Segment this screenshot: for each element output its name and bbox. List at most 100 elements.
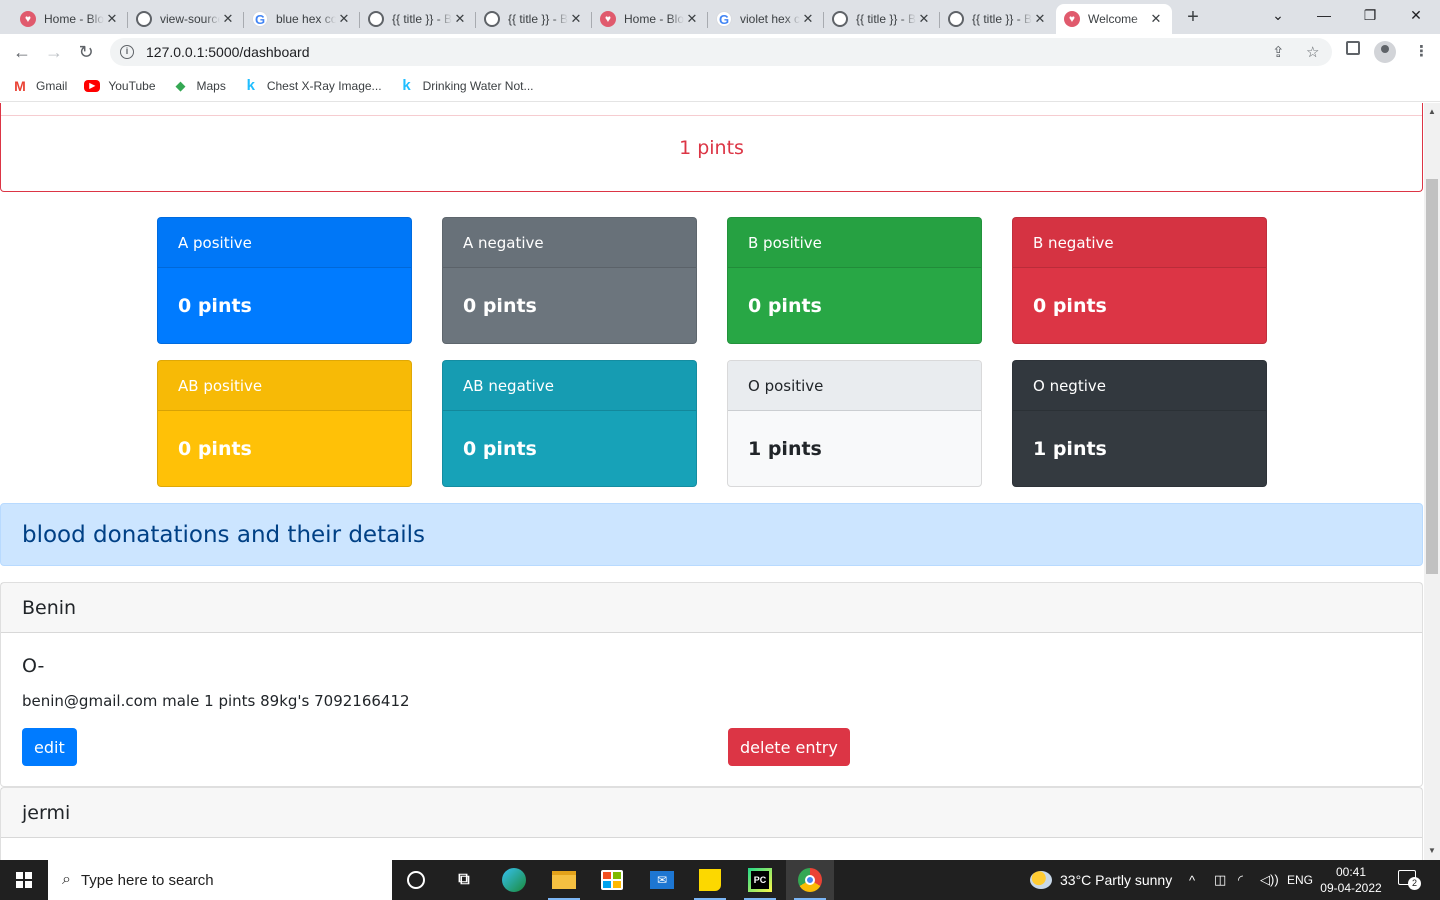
meet-now-icon[interactable]: ◫ bbox=[1214, 860, 1226, 900]
cortana-icon bbox=[407, 871, 425, 889]
pycharm-app[interactable]: PC bbox=[736, 860, 784, 900]
globe-icon bbox=[948, 11, 964, 27]
blood-group-card-a-positive: A positive 0 pints bbox=[157, 217, 412, 344]
close-window-button[interactable]: ✕ bbox=[1402, 4, 1430, 26]
browser-tab[interactable]: ♥ Home - Blood Bank ✕ bbox=[592, 4, 708, 34]
youtube-icon: ▶ bbox=[84, 79, 101, 92]
blood-group-card-a-negative: A negative 0 pints bbox=[442, 217, 697, 344]
total-blood-card: 1 pints bbox=[0, 103, 1423, 192]
scrollbar-thumb[interactable] bbox=[1426, 179, 1438, 574]
close-tab-icon[interactable]: ✕ bbox=[568, 11, 584, 27]
search-placeholder: Type here to search bbox=[80, 871, 214, 889]
browser-tab[interactable]: {{ title }} - Blood ✕ bbox=[940, 4, 1056, 34]
bookmark-youtube[interactable]: ▶ YouTube bbox=[84, 78, 156, 93]
cortana-button[interactable] bbox=[392, 860, 440, 900]
donor-details: benin@gmail.com male 1 pints 89kg's 7092… bbox=[22, 692, 410, 710]
forward-button[interactable]: → bbox=[40, 38, 68, 66]
delete-entry-button[interactable]: delete entry bbox=[728, 728, 850, 766]
back-button[interactable]: ← bbox=[8, 38, 36, 66]
bookmark-star-icon[interactable]: ☆ bbox=[1306, 43, 1319, 61]
donor-card: Benin O- benin@gmail.com male 1 pints 89… bbox=[0, 582, 1423, 787]
blood-group-pints: 0 pints bbox=[178, 295, 252, 317]
edit-button[interactable]: edit bbox=[22, 728, 77, 766]
share-icon[interactable]: ⇪ bbox=[1272, 43, 1285, 61]
tab-search-dropdown-icon[interactable]: ⌄ bbox=[1264, 4, 1292, 26]
file-explorer-app[interactable] bbox=[540, 860, 588, 900]
tab-title: {{ title }} - Blood bbox=[392, 12, 452, 26]
clock[interactable]: 00:41 09-04-2022 bbox=[1318, 864, 1384, 896]
gmail-icon: M bbox=[14, 77, 26, 94]
page-scrollbar[interactable]: ▲ ▼ bbox=[1424, 103, 1440, 860]
bookmark-gmail[interactable]: M Gmail bbox=[12, 78, 67, 94]
tab-title: violet hex color bbox=[740, 12, 800, 26]
task-view-button[interactable]: ⧉ bbox=[440, 860, 488, 900]
sticky-notes-app[interactable] bbox=[686, 860, 734, 900]
language-indicator[interactable]: ENG bbox=[1287, 860, 1313, 900]
browser-tab[interactable]: {{ title }} - Blood ✕ bbox=[824, 4, 940, 34]
bookmark-maps[interactable]: ◆ Maps bbox=[173, 78, 226, 94]
close-tab-icon[interactable]: ✕ bbox=[452, 11, 468, 27]
url-text[interactable]: 127.0.0.1:5000/dashboard bbox=[146, 44, 309, 60]
store-app[interactable] bbox=[588, 860, 636, 900]
globe-icon bbox=[136, 11, 152, 27]
browser-tab-strip: ♥ Home - Blood Bank ✕ view-source ✕ G bl… bbox=[0, 0, 1440, 34]
browser-tab[interactable]: {{ title }} - Blood ✕ bbox=[360, 4, 476, 34]
scroll-down-arrow-icon[interactable]: ▼ bbox=[1424, 844, 1440, 858]
edge-icon bbox=[502, 868, 526, 892]
windows-logo-icon bbox=[16, 872, 32, 888]
site-info-icon[interactable]: i bbox=[120, 45, 134, 59]
mail-app[interactable]: ✉ bbox=[638, 860, 686, 900]
total-pints-value: 1 pints bbox=[679, 137, 744, 159]
donor-name: jermi bbox=[1, 788, 1422, 838]
clock-date: 09-04-2022 bbox=[1320, 881, 1382, 895]
bookmark-label: YouTube bbox=[108, 78, 156, 93]
bookmark-chest-xray[interactable]: k Chest X-Ray Image... bbox=[243, 77, 382, 94]
menu-kebab-icon[interactable]: ⋮ bbox=[1414, 42, 1429, 60]
blood-group-name: O positive bbox=[728, 361, 981, 411]
chrome-app[interactable] bbox=[786, 860, 834, 900]
card-divider bbox=[1, 115, 1422, 116]
tab-title: Home - Blood Bank bbox=[624, 12, 684, 26]
sticky-notes-icon bbox=[699, 869, 721, 891]
bookmark-drinking-water[interactable]: k Drinking Water Not... bbox=[399, 77, 533, 94]
reload-button[interactable]: ↻ bbox=[72, 38, 100, 66]
profile-avatar-icon[interactable] bbox=[1374, 41, 1396, 63]
chevron-up-icon: ^ bbox=[1189, 872, 1196, 888]
volume-icon[interactable]: ◁)) bbox=[1260, 860, 1279, 900]
start-button[interactable] bbox=[0, 860, 48, 900]
close-tab-icon[interactable]: ✕ bbox=[336, 11, 352, 27]
close-tab-icon[interactable]: ✕ bbox=[916, 11, 932, 27]
show-hidden-icons-button[interactable]: ^ bbox=[1189, 860, 1195, 900]
new-tab-button[interactable]: + bbox=[1180, 6, 1206, 28]
folder-icon bbox=[552, 871, 576, 889]
notifications-button[interactable]: 2 bbox=[1398, 870, 1421, 890]
close-tab-icon[interactable]: ✕ bbox=[220, 11, 236, 27]
donor-card: jermi bbox=[0, 787, 1423, 860]
partly-sunny-icon bbox=[1030, 871, 1052, 889]
address-bar[interactable]: i 127.0.0.1:5000/dashboard ⇪ ☆ bbox=[110, 38, 1332, 66]
google-icon: G bbox=[252, 11, 268, 27]
browser-tab[interactable]: ♥ Home - Blood Bank ✕ bbox=[12, 4, 128, 34]
minimize-button[interactable]: — bbox=[1310, 4, 1338, 26]
edge-app[interactable] bbox=[490, 860, 538, 900]
maximize-button[interactable]: ❐ bbox=[1356, 4, 1384, 26]
close-tab-icon[interactable]: ✕ bbox=[800, 11, 816, 27]
weather-widget[interactable]: 33°C Partly sunny bbox=[1030, 860, 1172, 900]
side-panel-icon[interactable] bbox=[1346, 41, 1360, 55]
taskbar-search[interactable]: ⌕ Type here to search bbox=[48, 860, 392, 900]
wifi-icon[interactable]: ◜ bbox=[1238, 860, 1243, 900]
bookmark-label: Maps bbox=[196, 78, 226, 93]
close-tab-icon[interactable]: ✕ bbox=[684, 11, 700, 27]
blood-group-card-o-positive: O positive 1 pints bbox=[727, 360, 982, 487]
close-tab-icon[interactable]: ✕ bbox=[1148, 11, 1164, 27]
close-tab-icon[interactable]: ✕ bbox=[1032, 11, 1048, 27]
globe-icon bbox=[832, 11, 848, 27]
browser-tab[interactable]: view-source ✕ bbox=[128, 4, 244, 34]
browser-tab[interactable]: G blue hex color ✕ bbox=[244, 4, 360, 34]
scroll-up-arrow-icon[interactable]: ▲ bbox=[1424, 105, 1440, 119]
browser-tab[interactable]: {{ title }} - Blood ✕ bbox=[476, 4, 592, 34]
close-tab-icon[interactable]: ✕ bbox=[104, 11, 120, 27]
section-heading: blood donatations and their details bbox=[0, 503, 1423, 566]
browser-tab[interactable]: G violet hex color ✕ bbox=[708, 4, 824, 34]
browser-tab-active[interactable]: ♥ Welcome ✕ bbox=[1056, 4, 1172, 34]
